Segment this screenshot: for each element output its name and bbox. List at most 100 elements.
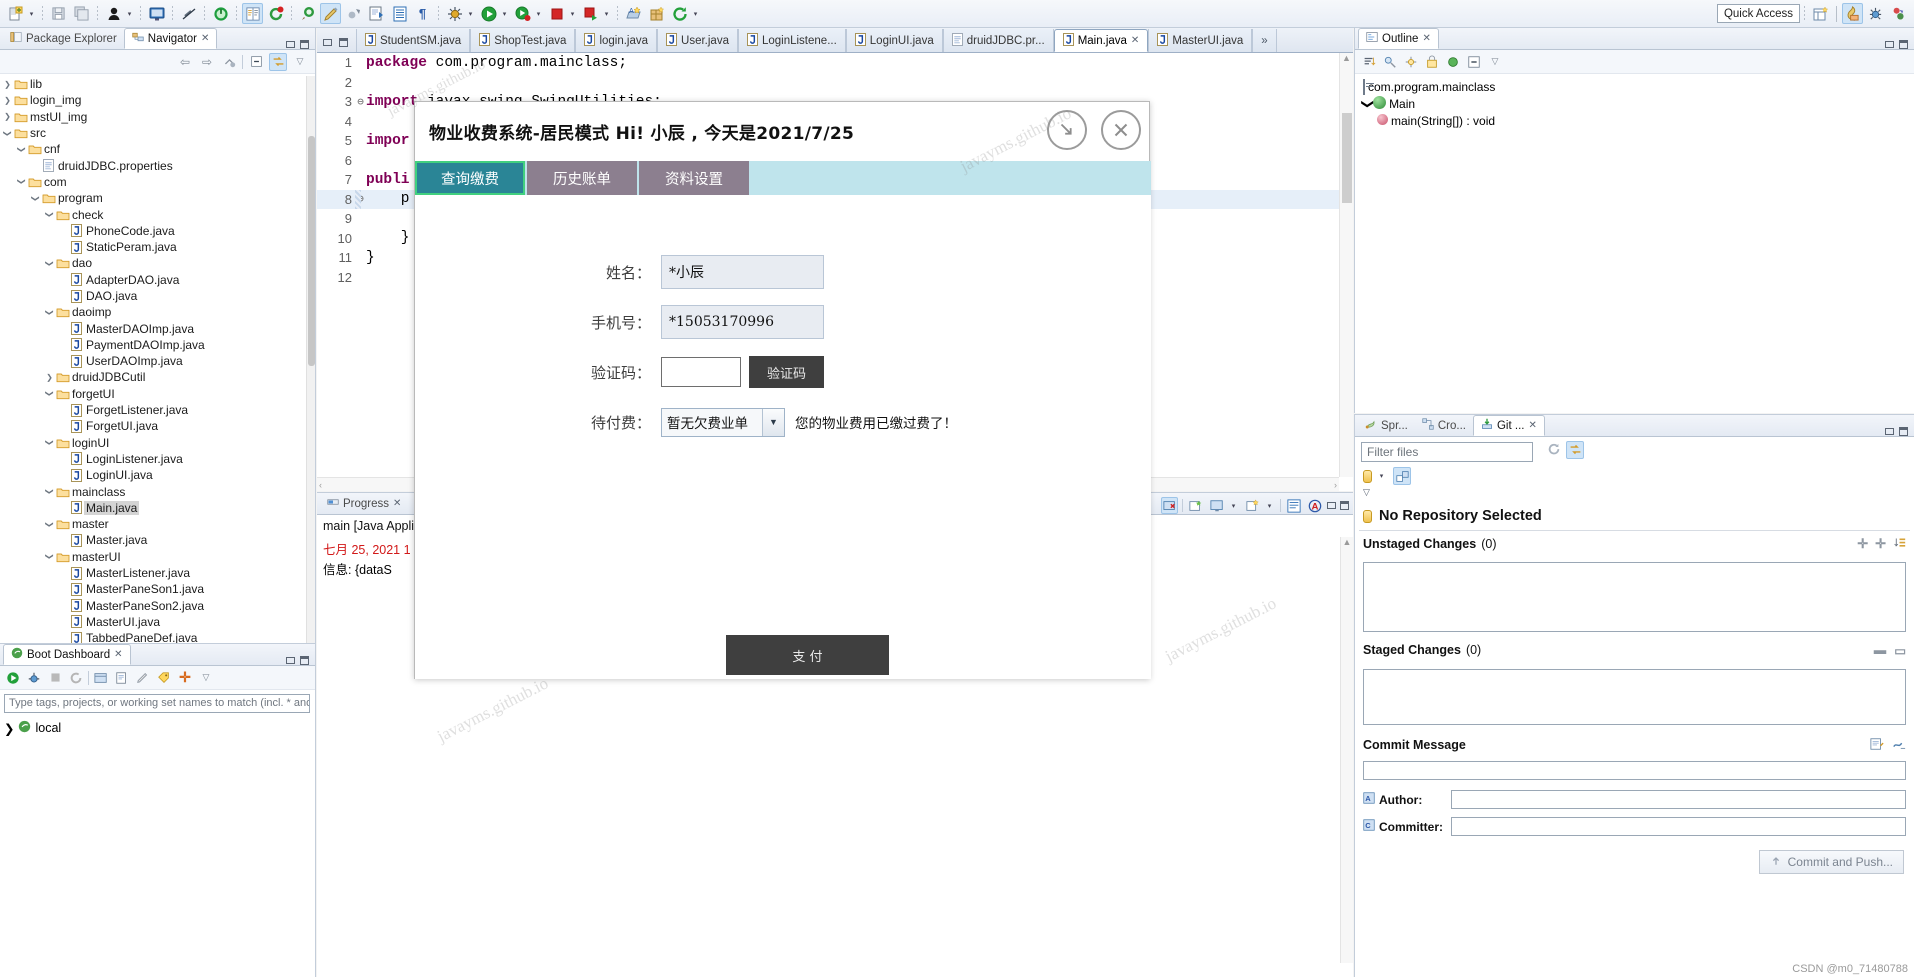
- dropdown-arrow-icon[interactable]: ▾: [1265, 502, 1274, 510]
- chevron-down-icon[interactable]: ❯: [45, 551, 54, 562]
- editor-more-tabs[interactable]: »: [1252, 29, 1276, 52]
- minimize-icon[interactable]: [286, 41, 295, 48]
- sort-icon[interactable]: [1360, 53, 1378, 71]
- tree-item[interactable]: MasterListener.java: [0, 565, 306, 581]
- close-icon[interactable]: ✕: [1422, 33, 1430, 44]
- refresh-icon[interactable]: [1545, 441, 1563, 459]
- open-browser-icon[interactable]: [92, 669, 110, 687]
- open-type-icon[interactable]: A: [623, 3, 644, 24]
- stop-icon[interactable]: [546, 3, 567, 24]
- tree-item[interactable]: UserDAOImp.java: [0, 353, 306, 369]
- form-readonly-value[interactable]: *15053170996: [661, 305, 824, 339]
- editor-tab[interactable]: login.java: [575, 29, 657, 52]
- debug-icon[interactable]: [25, 669, 43, 687]
- debug-perspective-icon[interactable]: [1865, 3, 1886, 24]
- chevron-right-icon[interactable]: ❯: [44, 373, 55, 382]
- package-icon[interactable]: [646, 3, 667, 24]
- close-icon[interactable]: ✕: [1528, 420, 1536, 431]
- dropdown-arrow-icon[interactable]: ▾: [1229, 502, 1238, 510]
- redeploy-icon[interactable]: [67, 669, 85, 687]
- get-captcha-button[interactable]: 验证码: [749, 356, 824, 388]
- captcha-input[interactable]: [661, 357, 741, 387]
- outline-item[interactable]: com.program.mainclass: [1361, 78, 1914, 95]
- export-icon[interactable]: [366, 3, 387, 24]
- collapse-all-icon[interactable]: [247, 53, 265, 71]
- editor-tab[interactable]: ShopTest.java: [470, 29, 575, 52]
- focus-icon[interactable]: [1444, 53, 1462, 71]
- amend-icon[interactable]: [1870, 737, 1884, 754]
- tree-item[interactable]: MasterUI.java: [0, 614, 306, 630]
- tree-item[interactable]: ❯program: [0, 190, 306, 206]
- tree-item[interactable]: ❯cnf: [0, 141, 306, 157]
- tree-item[interactable]: ❯master: [0, 516, 306, 532]
- new-console-icon[interactable]: [1187, 497, 1204, 514]
- tree-item[interactable]: ❯loginUI: [0, 435, 306, 451]
- committer-input[interactable]: [1451, 817, 1906, 836]
- tree-item[interactable]: StaticPeram.java: [0, 239, 306, 255]
- pin-green-icon[interactable]: [297, 3, 318, 24]
- run-ext-icon[interactable]: [343, 3, 364, 24]
- close-icon[interactable]: ✕: [1131, 35, 1139, 46]
- maximize-icon[interactable]: [1340, 501, 1349, 510]
- tab-git-staging[interactable]: Git ... ✕: [1473, 415, 1545, 436]
- tree-item[interactable]: MasterPaneSon1.java: [0, 581, 306, 597]
- chevron-down-icon[interactable]: ❯: [45, 437, 54, 448]
- start-icon[interactable]: [4, 669, 22, 687]
- dropdown-arrow-icon[interactable]: ▾: [500, 10, 509, 18]
- run-icon[interactable]: [478, 3, 499, 24]
- unstaged-changes-list[interactable]: [1363, 562, 1906, 632]
- stop-run-icon[interactable]: [580, 3, 601, 24]
- editor-scroll-thumb[interactable]: [1342, 113, 1352, 203]
- new-file-icon[interactable]: [5, 3, 26, 24]
- chevron-down-icon[interactable]: ❯: [45, 388, 54, 399]
- add-all-icon[interactable]: ✛: [1875, 536, 1886, 552]
- outline-item[interactable]: ❯Main: [1361, 95, 1914, 112]
- forward-arrow-icon[interactable]: ⇨: [198, 53, 216, 71]
- swing-tab[interactable]: 资料设置: [639, 161, 749, 195]
- add-icon[interactable]: ✛: [1857, 536, 1868, 552]
- tree-item[interactable]: PhoneCode.java: [0, 223, 306, 239]
- add-icon[interactable]: ✛: [176, 669, 194, 687]
- pilcrow-icon[interactable]: ¶: [412, 3, 433, 24]
- swing-tab[interactable]: 历史账单: [527, 161, 637, 195]
- collapse-icon[interactable]: [1465, 53, 1483, 71]
- compare-icon[interactable]: [242, 3, 263, 24]
- form-readonly-value[interactable]: *小辰: [661, 255, 824, 289]
- staged-changes-list[interactable]: [1363, 669, 1906, 725]
- editor-tab[interactable]: MasterUI.java: [1148, 29, 1252, 52]
- sign-off-icon[interactable]: [1892, 737, 1906, 754]
- view-menu-icon[interactable]: ▽: [1486, 53, 1504, 71]
- editor-tab[interactable]: StudentSM.java: [356, 29, 470, 52]
- tree-item[interactable]: DAO.java: [0, 288, 306, 304]
- maximize-icon[interactable]: [1899, 427, 1908, 436]
- tree-item[interactable]: ❯com: [0, 174, 306, 190]
- repository-icon[interactable]: [1363, 470, 1372, 483]
- close-icon[interactable]: ✕: [201, 33, 209, 44]
- editor-tab[interactable]: LoginUI.java: [846, 29, 943, 52]
- close-icon[interactable]: ✕: [114, 649, 122, 660]
- chevron-down-icon[interactable]: ❯: [45, 486, 54, 497]
- project-tree[interactable]: ❯lib❯login_img❯mstUI_img❯src❯cnfdruidJDB…: [0, 76, 306, 643]
- tree-item[interactable]: MasterPaneSon2.java: [0, 598, 306, 614]
- tab-cross-ref[interactable]: Cro...: [1415, 415, 1473, 436]
- chevron-down-icon[interactable]: ❯: [45, 307, 54, 318]
- minimize-icon[interactable]: [286, 657, 295, 664]
- save-icon[interactable]: [48, 3, 69, 24]
- dropdown-arrow-icon[interactable]: ▾: [1377, 472, 1386, 480]
- minimize-icon[interactable]: [1327, 502, 1336, 509]
- maximize-icon[interactable]: [339, 38, 348, 47]
- code-line[interactable]: 1package com.program.mainclass;: [317, 53, 1339, 73]
- edit-icon[interactable]: [134, 669, 152, 687]
- dropdown-arrow-icon[interactable]: ▾: [125, 10, 134, 18]
- tree-scrollbar-thumb[interactable]: [308, 136, 315, 366]
- pay-button[interactable]: 支 付: [726, 635, 889, 675]
- tree-item[interactable]: ❯forgetUI: [0, 386, 306, 402]
- tree-item[interactable]: Master.java: [0, 532, 306, 548]
- sort-icon[interactable]: [1893, 536, 1906, 552]
- refresh-green-icon[interactable]: [265, 3, 286, 24]
- dropdown-arrow-icon[interactable]: ▾: [466, 10, 475, 18]
- tree-item[interactable]: LoginListener.java: [0, 451, 306, 467]
- tree-item[interactable]: ❯lib: [0, 76, 306, 92]
- maximize-icon[interactable]: [1899, 40, 1908, 49]
- tree-item[interactable]: Main.java: [0, 500, 306, 516]
